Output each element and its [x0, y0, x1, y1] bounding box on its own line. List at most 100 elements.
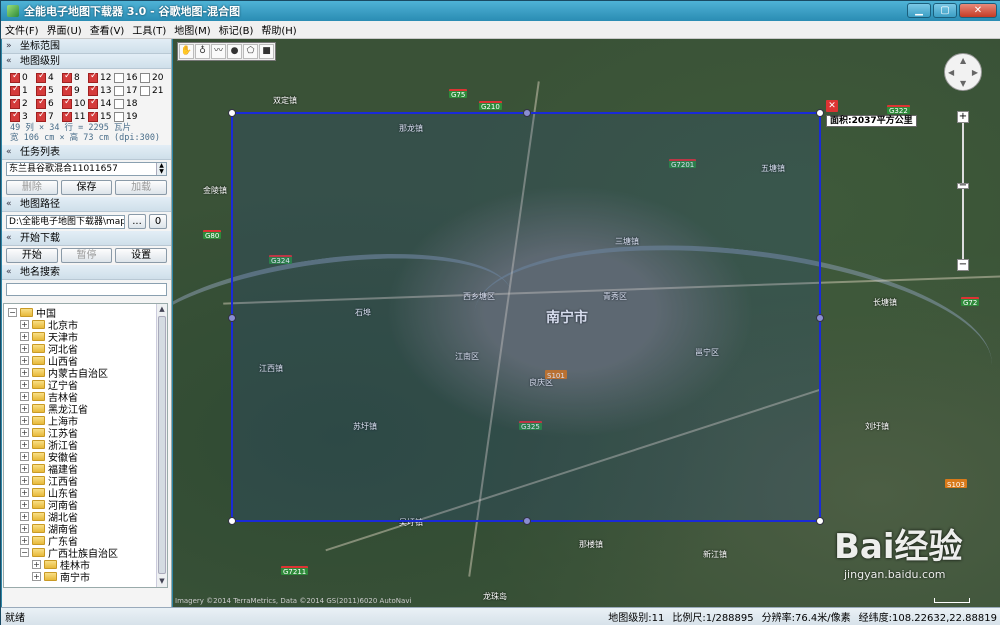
- tree-node[interactable]: + 河北省: [6, 342, 167, 356]
- expand-icon[interactable]: +: [32, 571, 41, 581]
- level-option[interactable]: 10: [62, 97, 88, 110]
- menu-help[interactable]: 帮助(H): [257, 22, 300, 37]
- level-checkbox[interactable]: [114, 111, 124, 122]
- level-option[interactable]: 1: [10, 84, 36, 97]
- expand-icon[interactable]: +: [20, 523, 29, 533]
- level-option[interactable]: 6: [36, 97, 62, 110]
- pan-control[interactable]: ▲ ◀ ▶ ▼: [944, 53, 982, 91]
- open-folder-button[interactable]: 0: [149, 214, 167, 229]
- level-checkbox[interactable]: [114, 98, 124, 109]
- tree-node[interactable]: + 江苏省: [6, 426, 167, 440]
- collapse-icon[interactable]: −: [20, 547, 29, 557]
- polygon-icon[interactable]: ⬠: [243, 44, 258, 59]
- marker-icon[interactable]: ♁: [195, 44, 210, 59]
- level-checkbox[interactable]: [62, 110, 72, 122]
- level-option[interactable]: 9: [62, 84, 88, 97]
- level-checkbox[interactable]: [36, 110, 46, 122]
- level-option[interactable]: 2: [10, 97, 36, 110]
- maximize-button[interactable]: ▢: [933, 3, 957, 18]
- level-checkbox[interactable]: [88, 97, 98, 109]
- map-view[interactable]: 南宁市 双定镇 石埠 那龙镇 金陵镇 五塘镇 三塘镇 长塘镇 江西镇 吴圩镇 苏…: [173, 39, 1000, 607]
- title-bar[interactable]: 全能电子地图下载器 3.0 - 谷歌地图-混合图 ▁ ▢ ✕: [1, 1, 1000, 21]
- section-task-list[interactable]: « 任务列表: [2, 145, 171, 160]
- zoom-out-button[interactable]: −: [957, 259, 969, 271]
- minimize-button[interactable]: ▁: [907, 3, 931, 18]
- polyline-icon[interactable]: 〰: [211, 44, 226, 59]
- expand-icon[interactable]: +: [20, 367, 29, 377]
- level-checkbox[interactable]: [88, 110, 98, 122]
- level-checkbox[interactable]: [62, 97, 72, 109]
- expand-icon[interactable]: +: [20, 451, 29, 461]
- scroll-up-icon[interactable]: ▲: [157, 304, 167, 315]
- zoom-track[interactable]: [962, 123, 964, 259]
- resize-handle[interactable]: [816, 517, 824, 525]
- resize-handle[interactable]: [816, 314, 824, 322]
- level-option[interactable]: 0: [10, 71, 36, 84]
- level-checkbox[interactable]: [36, 71, 46, 83]
- level-option[interactable]: 20: [140, 71, 166, 84]
- menu-view[interactable]: 查看(V): [86, 22, 129, 37]
- level-option[interactable]: 7: [36, 110, 62, 123]
- hand-icon[interactable]: ✋: [179, 44, 194, 59]
- section-map-path[interactable]: « 地图路径: [2, 197, 171, 212]
- menu-file[interactable]: 文件(F): [1, 22, 43, 37]
- expand-icon[interactable]: +: [20, 355, 29, 365]
- level-checkbox[interactable]: [88, 84, 98, 96]
- resize-handle[interactable]: [523, 109, 531, 117]
- level-option[interactable]: 16: [114, 71, 140, 84]
- path-input[interactable]: D:\全能电子地图下载器\map: [6, 214, 125, 229]
- tree-node[interactable]: + 上海市: [6, 414, 167, 428]
- zoom-in-button[interactable]: +: [957, 111, 969, 123]
- browse-button[interactable]: ...: [128, 214, 146, 229]
- tree-node[interactable]: + 江西省: [6, 474, 167, 488]
- level-option[interactable]: 8: [62, 71, 88, 84]
- tree-node[interactable]: + 内蒙古自治区: [6, 366, 167, 380]
- level-checkbox[interactable]: [10, 97, 20, 109]
- level-checkbox[interactable]: [88, 71, 98, 83]
- tree-node[interactable]: + 湖北省: [6, 510, 167, 524]
- chevron-down-icon[interactable]: ▼: [960, 79, 966, 88]
- zoom-slider-knob[interactable]: −: [957, 181, 969, 191]
- chevron-up-icon[interactable]: ▲: [960, 56, 966, 65]
- level-checkbox[interactable]: [36, 97, 46, 109]
- expand-icon[interactable]: +: [20, 475, 29, 485]
- expand-icon[interactable]: +: [20, 415, 29, 425]
- level-option[interactable]: 15: [88, 110, 114, 123]
- level-checkbox[interactable]: [114, 72, 124, 83]
- pause-button[interactable]: 暂停: [60, 248, 113, 263]
- expand-icon[interactable]: +: [20, 463, 29, 473]
- level-option[interactable]: 18: [114, 97, 140, 110]
- expand-icon[interactable]: +: [32, 559, 41, 569]
- expand-icon[interactable]: +: [20, 391, 29, 401]
- circle-icon[interactable]: ●: [227, 44, 242, 59]
- delete-button[interactable]: 删除: [6, 180, 58, 195]
- tree-node[interactable]: − 中国: [6, 306, 167, 320]
- menu-marks[interactable]: 标记(B): [215, 22, 258, 37]
- menu-view-ui[interactable]: 界面(U): [43, 22, 86, 37]
- expand-icon[interactable]: +: [20, 331, 29, 341]
- tree-node[interactable]: + 福建省: [6, 462, 167, 476]
- level-option[interactable]: 11: [62, 110, 88, 123]
- level-checkbox[interactable]: [36, 84, 46, 96]
- tree-node[interactable]: + 天津市: [6, 330, 167, 344]
- expand-icon[interactable]: +: [20, 511, 29, 521]
- tree-node[interactable]: + 湖南省: [6, 522, 167, 536]
- close-icon[interactable]: ✕: [826, 100, 838, 112]
- expand-icon[interactable]: +: [20, 487, 29, 497]
- expand-icon[interactable]: +: [20, 403, 29, 413]
- expand-icon[interactable]: +: [20, 499, 29, 509]
- tree-node[interactable]: + 安徽省: [6, 450, 167, 464]
- level-checkbox[interactable]: [62, 84, 72, 96]
- tree-node[interactable]: + 南宁市: [6, 570, 167, 584]
- tree-node[interactable]: + 浙江省: [6, 438, 167, 452]
- load-button[interactable]: 加载: [115, 180, 168, 195]
- expand-icon[interactable]: +: [20, 343, 29, 353]
- level-checkbox[interactable]: [140, 72, 150, 83]
- settings-button[interactable]: 设置: [115, 248, 168, 263]
- level-option[interactable]: 12: [88, 71, 114, 84]
- level-option[interactable]: 19: [114, 110, 140, 123]
- menu-tools[interactable]: 工具(T): [128, 22, 170, 37]
- resize-handle[interactable]: [228, 517, 236, 525]
- level-option[interactable]: 4: [36, 71, 62, 84]
- level-checkbox[interactable]: [10, 84, 20, 96]
